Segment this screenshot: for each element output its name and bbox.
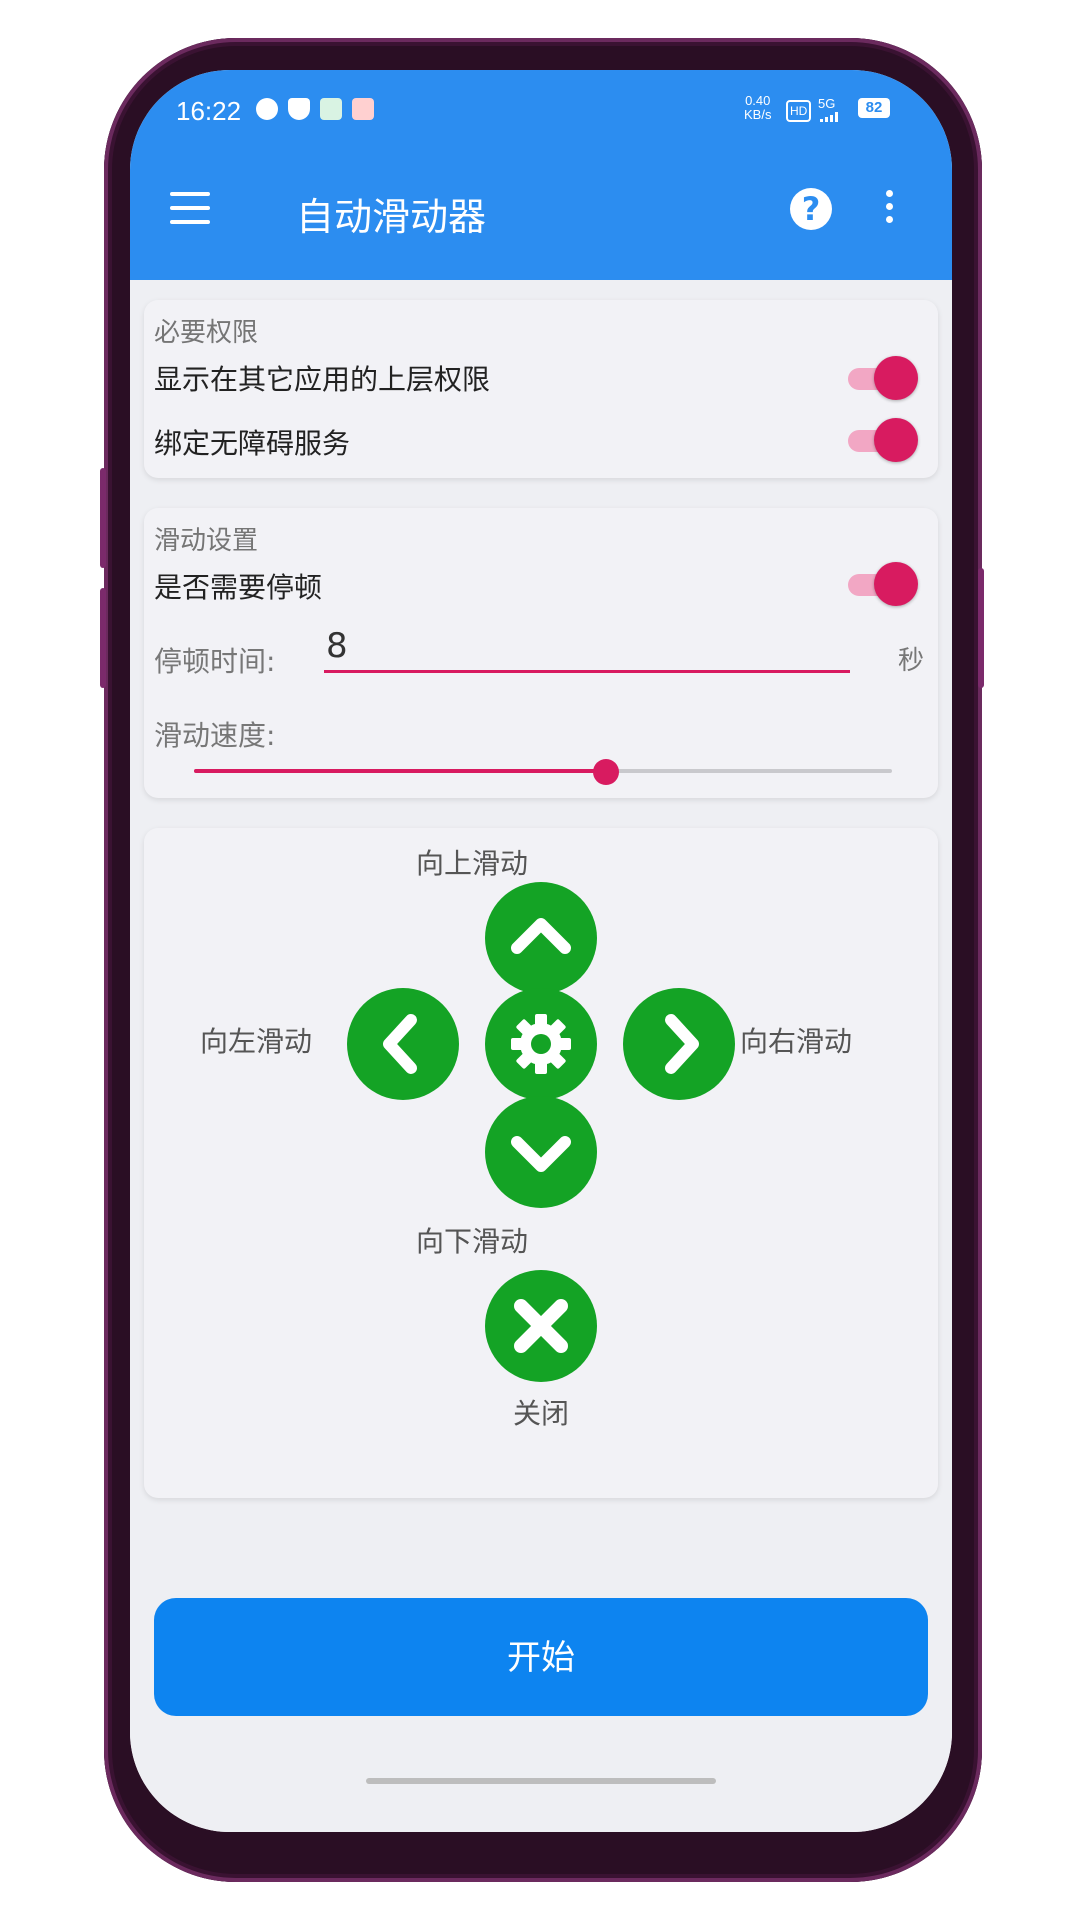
- swipe-right-label: 向右滑动: [740, 1025, 853, 1058]
- net-speed-value: 0.40: [745, 93, 771, 108]
- message-icon: [256, 98, 278, 120]
- more-options-icon[interactable]: [884, 190, 894, 230]
- slider-thumb[interactable]: [592, 759, 619, 785]
- speed-label: 滑动速度:: [154, 719, 276, 752]
- signal-bars-icon: [820, 112, 842, 122]
- net-speed: 0.40 KB/s: [744, 94, 771, 122]
- main-content: 必要权限 显示在其它应用的上层权限 绑定无障碍服务 滑动设置 是否需要停顿 停顿…: [130, 280, 952, 1832]
- close-label: 关闭: [513, 1397, 570, 1430]
- shield-icon: [288, 98, 310, 120]
- swipe-settings-title: 滑动设置: [154, 526, 259, 556]
- app-bar: 自动滑动器 ?: [130, 152, 952, 280]
- swipe-left-button[interactable]: [347, 988, 459, 1100]
- chevron-down-icon: [511, 1136, 571, 1172]
- swipe-down-label: 向下滑动: [416, 1225, 529, 1258]
- status-time: 16:22: [176, 96, 242, 126]
- switch-thumb: [874, 562, 918, 606]
- overlay-permission-switch[interactable]: [848, 356, 918, 400]
- app-notification-icon: [352, 98, 374, 120]
- switch-thumb: [874, 356, 918, 400]
- speed-slider[interactable]: [194, 756, 892, 786]
- switch-thumb: [874, 418, 918, 462]
- accessibility-service-switch[interactable]: [848, 418, 918, 462]
- volume-button: [100, 468, 106, 568]
- accessibility-service-label: 绑定无障碍服务: [154, 427, 351, 460]
- slider-fill: [194, 769, 606, 773]
- app-title: 自动滑动器: [296, 195, 487, 239]
- permissions-card: 必要权限 显示在其它应用的上层权限 绑定无障碍服务: [144, 300, 938, 478]
- chevron-left-icon: [383, 1014, 417, 1074]
- swipe-up-label: 向上滑动: [416, 847, 529, 880]
- start-button[interactable]: 开始: [154, 1598, 928, 1716]
- hd-badge: HD: [786, 100, 812, 122]
- direction-controls-card: 向上滑动 向左滑动 向右滑动 向下滑动 关闭: [144, 828, 938, 1498]
- net-speed-unit: KB/s: [744, 107, 772, 122]
- gear-icon: [511, 1014, 571, 1074]
- chevron-up-icon: [511, 918, 571, 954]
- swipe-up-button[interactable]: [485, 882, 597, 994]
- pause-time-unit: 秒: [897, 646, 924, 676]
- status-bar: 16:22 0.40 KB/s HD 5G 82: [130, 70, 952, 152]
- swipe-left-label: 向左滑动: [200, 1025, 313, 1058]
- chevron-right-icon: [665, 1014, 699, 1074]
- pause-switch[interactable]: [848, 562, 918, 606]
- help-icon[interactable]: ?: [790, 188, 832, 230]
- home-app-icon: [320, 98, 342, 120]
- overlay-permission-label: 显示在其它应用的上层权限: [154, 363, 491, 396]
- pause-label: 是否需要停顿: [154, 571, 323, 604]
- start-container: 开始: [144, 1598, 938, 1736]
- pause-time-label: 停顿时间:: [154, 645, 276, 678]
- swipe-down-button[interactable]: [485, 1096, 597, 1208]
- battery-indicator: 82: [858, 98, 890, 118]
- close-icon: [514, 1299, 568, 1353]
- settings-button[interactable]: [485, 988, 597, 1100]
- volume-button: [100, 588, 106, 688]
- screen: 16:22 0.40 KB/s HD 5G 82 自动滑动器 ? 必要权限 显示…: [130, 70, 952, 1832]
- permissions-title: 必要权限: [154, 318, 259, 348]
- swipe-settings-card: 滑动设置 是否需要停顿 停顿时间: 秒 滑动速度:: [144, 508, 938, 798]
- menu-icon[interactable]: [170, 192, 210, 226]
- swipe-right-button[interactable]: [623, 988, 735, 1100]
- close-button[interactable]: [485, 1270, 597, 1382]
- pause-time-input[interactable]: [324, 622, 850, 673]
- power-button: [978, 568, 984, 688]
- gesture-navigation-bar[interactable]: [366, 1778, 716, 1784]
- signal-5g-label: 5G: [818, 96, 836, 111]
